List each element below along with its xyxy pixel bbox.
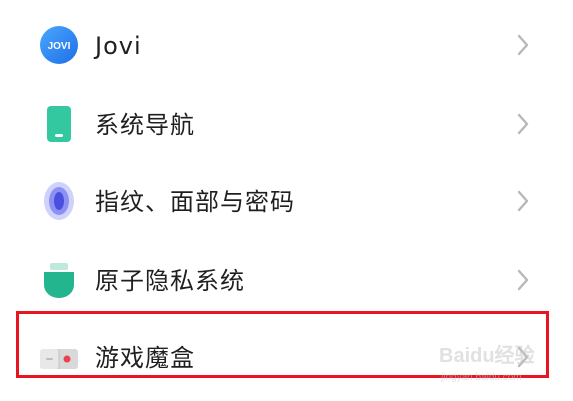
settings-item-label: 系统导航 bbox=[95, 111, 195, 139]
settings-item-label: 游戏魔盒 bbox=[95, 344, 195, 372]
fingerprint-icon bbox=[38, 180, 80, 222]
chevron-right-icon bbox=[514, 344, 532, 370]
settings-page: JOVI Jovi 系统导航 指纹、面部与密码 原子隐私系统 游戏魔盒 Baid… bbox=[0, 0, 573, 401]
chevron-right-icon bbox=[514, 32, 532, 58]
phone-navigation-icon bbox=[38, 103, 80, 145]
chevron-right-icon bbox=[514, 267, 532, 293]
settings-item-fingerprint-face-password[interactable]: 指纹、面部与密码 bbox=[0, 162, 573, 240]
jovi-icon: JOVI bbox=[38, 24, 80, 66]
settings-item-system-navigation[interactable]: 系统导航 bbox=[0, 85, 573, 163]
game-box-icon bbox=[38, 336, 80, 378]
chevron-right-icon bbox=[514, 188, 532, 214]
privacy-shield-icon bbox=[38, 259, 80, 301]
settings-item-label: Jovi bbox=[95, 32, 142, 60]
settings-item-atomic-privacy-system[interactable]: 原子隐私系统 bbox=[0, 241, 573, 319]
settings-item-jovi[interactable]: JOVI Jovi bbox=[0, 6, 573, 84]
chevron-right-icon bbox=[514, 111, 532, 137]
settings-item-game-box[interactable]: 游戏魔盒 bbox=[0, 318, 573, 396]
settings-item-label: 指纹、面部与密码 bbox=[95, 188, 295, 216]
settings-list: JOVI Jovi 系统导航 指纹、面部与密码 原子隐私系统 游戏魔盒 bbox=[0, 0, 573, 401]
jovi-icon-text: JOVI bbox=[48, 41, 71, 52]
settings-item-label: 原子隐私系统 bbox=[95, 267, 245, 295]
